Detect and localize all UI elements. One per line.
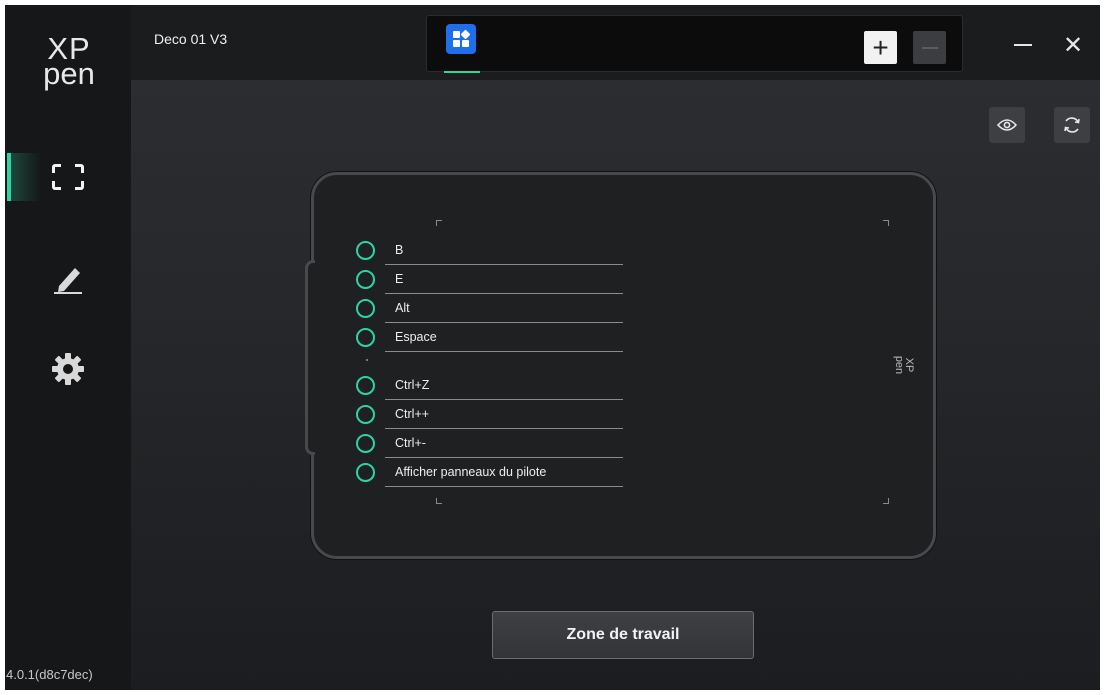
key-circle-icon [356,241,375,260]
frame-corners-icon [52,164,84,190]
all-apps-tab[interactable] [446,24,476,54]
tablet-illustration: B E Alt Espace Ctrl+Z Ctrl++ Ctrl+- Affi… [305,172,936,559]
pen-icon [54,268,82,294]
sidebar: XP pen 4.0.1(d8c7dec) [5,5,131,690]
minimize-icon [1014,44,1032,46]
work-area-button[interactable]: Zone de travail [492,611,754,659]
express-key-label: Ctrl+Z [385,378,623,400]
express-key-label: Ctrl+- [385,436,623,458]
express-key-6[interactable]: Ctrl++ [354,402,624,431]
key-circle-icon [356,328,375,347]
express-key-label: E [385,272,623,294]
tablet-logo-bottom: pen [893,355,905,375]
tablet-brand-logo: XP pen [884,354,915,376]
active-area-corner-bottom-left [436,498,442,504]
version-label: 4.0.1(d8c7dec) [6,667,93,682]
express-key-7[interactable]: Ctrl+- [354,431,624,460]
app-tab-strip: + [426,15,963,73]
reset-button[interactable] [1054,107,1090,143]
tablet-key-strip [305,260,315,455]
express-key-4[interactable]: Espace [354,325,624,354]
express-key-label: Afficher panneaux du pilote [385,465,623,487]
key-circle-icon [356,434,375,453]
key-group-separator [366,359,368,361]
express-key-8[interactable]: Afficher panneaux du pilote [354,460,624,489]
active-area-corner-top-right [883,220,889,226]
express-key-label: B [385,243,623,265]
gear-icon [52,353,84,385]
tablet-logo-top: XP [903,357,915,373]
express-key-label: Alt [385,301,623,323]
app-window: XP pen 4.0.1(d8c7dec) Deco 01 V3 + ✕ B E… [5,5,1100,690]
apps-grid-icon [453,29,471,47]
top-bar: Deco 01 V3 + ✕ [131,5,1100,80]
sidebar-item-workspace[interactable] [5,153,131,201]
express-key-5[interactable]: Ctrl+Z [354,373,624,402]
device-name: Deco 01 V3 [154,31,228,47]
key-circle-icon [356,270,375,289]
preview-button[interactable] [989,107,1025,143]
key-circle-icon [356,463,375,482]
logo-bottom: pen [43,56,95,91]
express-key-3[interactable]: Alt [354,296,624,325]
close-button[interactable]: ✕ [1056,31,1090,59]
sidebar-item-settings[interactable] [5,345,131,393]
active-area-corner-top-left [436,220,442,226]
refresh-icon [1064,117,1080,133]
add-app-button[interactable]: + [864,31,897,64]
minus-icon [921,46,938,49]
key-circle-icon [356,405,375,424]
main-panel: B E Alt Espace Ctrl+Z Ctrl++ Ctrl+- Affi… [131,80,1100,690]
minimize-button[interactable] [1006,33,1040,57]
eye-icon [997,119,1017,131]
remove-app-button[interactable] [913,31,946,64]
key-circle-icon [356,299,375,318]
active-tab-indicator [444,71,480,73]
sidebar-item-pen[interactable] [5,255,131,303]
express-key-2[interactable]: E [354,267,624,296]
express-key-label: Ctrl++ [385,407,623,429]
xppen-logo: XP pen [39,33,99,95]
express-key-label: Espace [385,330,623,352]
key-circle-icon [356,376,375,395]
active-area-corner-bottom-right [883,498,889,504]
express-key-1[interactable]: B [354,238,624,267]
